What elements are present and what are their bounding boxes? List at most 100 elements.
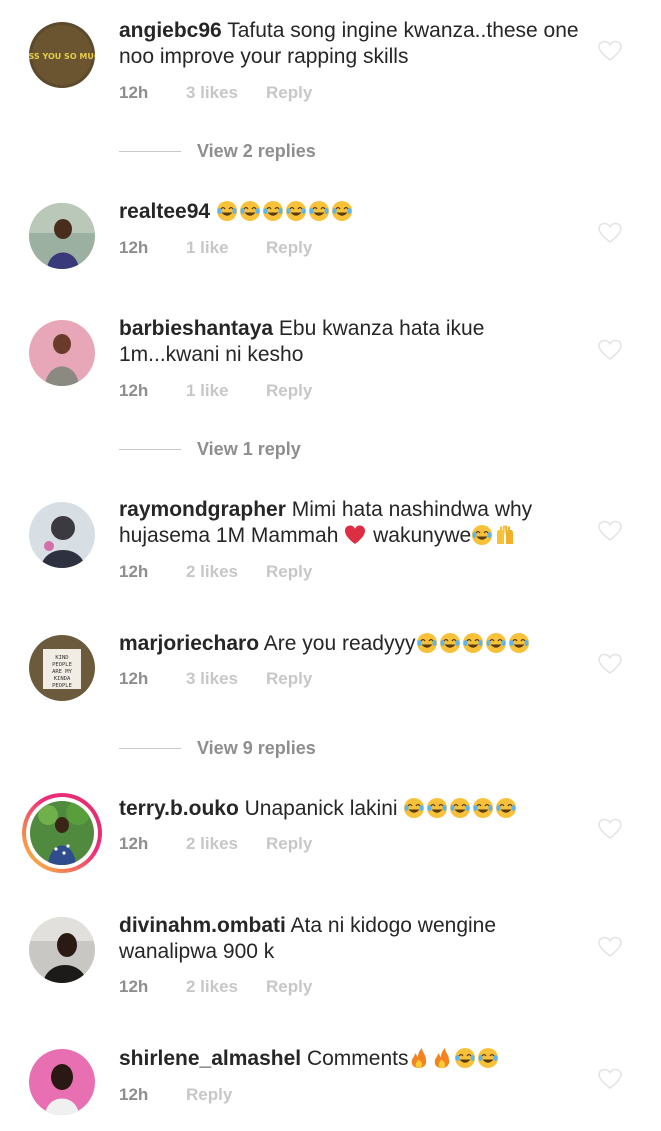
- reply-button[interactable]: Reply: [266, 976, 312, 998]
- comment-time: 12h: [119, 562, 149, 581]
- view-replies-label[interactable]: View 2 replies: [197, 141, 316, 161]
- comment-meta: 12h 3 likes Reply: [119, 668, 312, 690]
- tears-of-joy-emoji-icon: [331, 201, 352, 221]
- comment-username[interactable]: shirlene_almashel: [119, 1047, 301, 1070]
- comment-time: 12h: [119, 1085, 149, 1104]
- comment-username[interactable]: realtee94: [119, 200, 210, 223]
- comment-time: 12h: [119, 977, 149, 996]
- comment-username[interactable]: barbieshantaya: [119, 317, 273, 340]
- view-replies-label[interactable]: View 9 replies: [197, 738, 316, 758]
- comment-time: 12h: [119, 669, 149, 688]
- heart-icon[interactable]: [598, 936, 622, 958]
- avatar[interactable]: [29, 203, 95, 269]
- comment-likes[interactable]: 1 like: [186, 380, 266, 402]
- comment-text: marjoriecharo Are you readyyy: [119, 631, 579, 657]
- reply-button[interactable]: Reply: [186, 1084, 232, 1106]
- avatar-sign-text: KIND: [55, 655, 68, 661]
- comment-username[interactable]: raymondgrapher: [119, 498, 286, 521]
- comment-meta: 12h 3 likes Reply: [119, 82, 312, 104]
- comment-username[interactable]: terry.b.ouko: [119, 797, 239, 820]
- tears-of-joy-emoji-icon: [416, 633, 437, 653]
- emoji-group: [216, 200, 354, 223]
- tears-of-joy-emoji-icon: [473, 798, 494, 818]
- reply-button[interactable]: Reply: [266, 237, 312, 259]
- heart-icon[interactable]: [598, 520, 622, 542]
- view-replies-button[interactable]: View 1 reply: [119, 438, 301, 460]
- avatar[interactable]: MISS YOU SO MUCH: [29, 22, 95, 88]
- avatar: [30, 801, 94, 865]
- tears-of-joy-emoji-icon: [496, 798, 517, 818]
- svg-text:PEOPLE: PEOPLE: [52, 662, 72, 668]
- tears-of-joy-emoji-icon: [216, 201, 237, 221]
- story-ring-avatar[interactable]: [22, 793, 102, 873]
- tears-of-joy-emoji-icon: [262, 201, 283, 221]
- comment-likes[interactable]: 2 likes: [186, 561, 266, 583]
- tears-of-joy-emoji-icon: [404, 798, 425, 818]
- avatar[interactable]: [29, 917, 95, 983]
- view-replies-button[interactable]: View 2 replies: [119, 140, 316, 162]
- tears-of-joy-emoji-icon: [308, 201, 329, 221]
- tears-of-joy-emoji-icon: [239, 201, 260, 221]
- heart-icon[interactable]: [598, 1068, 622, 1090]
- comment-username[interactable]: angiebc96: [119, 19, 222, 42]
- tears-of-joy-emoji-icon: [427, 798, 448, 818]
- comment-username[interactable]: marjoriecharo: [119, 632, 259, 655]
- comment-body: Are you readyyy: [263, 632, 416, 655]
- heart-icon[interactable]: [598, 339, 622, 361]
- reply-button[interactable]: Reply: [266, 380, 312, 402]
- avatar[interactable]: [29, 320, 95, 386]
- tears-of-joy-emoji-icon: [455, 1048, 476, 1068]
- tears-of-joy-emoji-icon: [450, 798, 471, 818]
- tears-of-joy-emoji-icon: [462, 633, 483, 653]
- comment-time: 12h: [119, 381, 149, 400]
- heart-icon[interactable]: [598, 818, 622, 840]
- avatar[interactable]: KIND PEOPLE ARE MY KINDA PEOPLE: [29, 635, 95, 701]
- divider-line: [119, 448, 181, 450]
- tears-of-joy-emoji-icon: [439, 633, 460, 653]
- comment-time: 12h: [119, 238, 149, 257]
- comment-username[interactable]: divinahm.ombati: [119, 914, 286, 937]
- comment-likes[interactable]: 3 likes: [186, 82, 266, 104]
- red-heart-emoji-icon: [345, 525, 366, 544]
- reply-button[interactable]: Reply: [266, 82, 312, 104]
- tears-of-joy-emoji-icon: [485, 633, 506, 653]
- comment-text: realtee94: [119, 199, 579, 225]
- fire-emoji-icon: [435, 1048, 450, 1068]
- comment-body-continued: wakunywe: [373, 524, 472, 547]
- svg-text:ARE MY: ARE MY: [52, 669, 73, 675]
- heart-icon[interactable]: [598, 653, 622, 675]
- heart-icon[interactable]: [598, 40, 622, 62]
- reply-button[interactable]: Reply: [266, 561, 312, 583]
- comment-text: shirlene_almashel Comments: [119, 1046, 579, 1072]
- comment-meta: 12h 1 like Reply: [119, 237, 312, 259]
- comment-time: 12h: [119, 834, 149, 853]
- svg-text:KINDA: KINDA: [54, 676, 71, 682]
- heart-icon[interactable]: [598, 222, 622, 244]
- avatar[interactable]: [29, 502, 95, 568]
- comment-text: raymondgrapher Mimi hata nashindwa why h…: [119, 497, 579, 549]
- comment-likes[interactable]: 2 likes: [186, 833, 266, 855]
- comment-meta: 12h 1 like Reply: [119, 380, 312, 402]
- raising-hands-emoji-icon: [497, 525, 514, 544]
- comment-time: 12h: [119, 83, 149, 102]
- view-replies-label[interactable]: View 1 reply: [197, 439, 301, 459]
- reply-button[interactable]: Reply: [266, 668, 312, 690]
- comment-text: angiebc96 Tafuta song ingine kwanza..the…: [119, 18, 579, 70]
- avatar[interactable]: [29, 1049, 95, 1115]
- tears-of-joy-emoji-icon: [472, 525, 493, 545]
- divider-line: [119, 747, 181, 749]
- avatar-logo-text: MISS YOU SO MUCH: [29, 52, 95, 61]
- tears-of-joy-emoji-icon: [285, 201, 306, 221]
- comment-likes[interactable]: 3 likes: [186, 668, 266, 690]
- comment-likes[interactable]: 1 like: [186, 237, 266, 259]
- fire-emoji-icon: [412, 1048, 427, 1068]
- comment-body: Comments: [306, 1047, 409, 1070]
- comment-meta: 12h 2 likes Reply: [119, 976, 312, 998]
- reply-button[interactable]: Reply: [266, 833, 312, 855]
- comment-meta: 12h 2 likes Reply: [119, 833, 312, 855]
- comment-likes[interactable]: 2 likes: [186, 976, 266, 998]
- comment-text: divinahm.ombati Ata ni kidogo wengine wa…: [119, 913, 579, 965]
- comment-text: barbieshantaya Ebu kwanza hata ikue 1m..…: [119, 316, 579, 368]
- view-replies-button[interactable]: View 9 replies: [119, 737, 316, 759]
- divider-line: [119, 150, 181, 152]
